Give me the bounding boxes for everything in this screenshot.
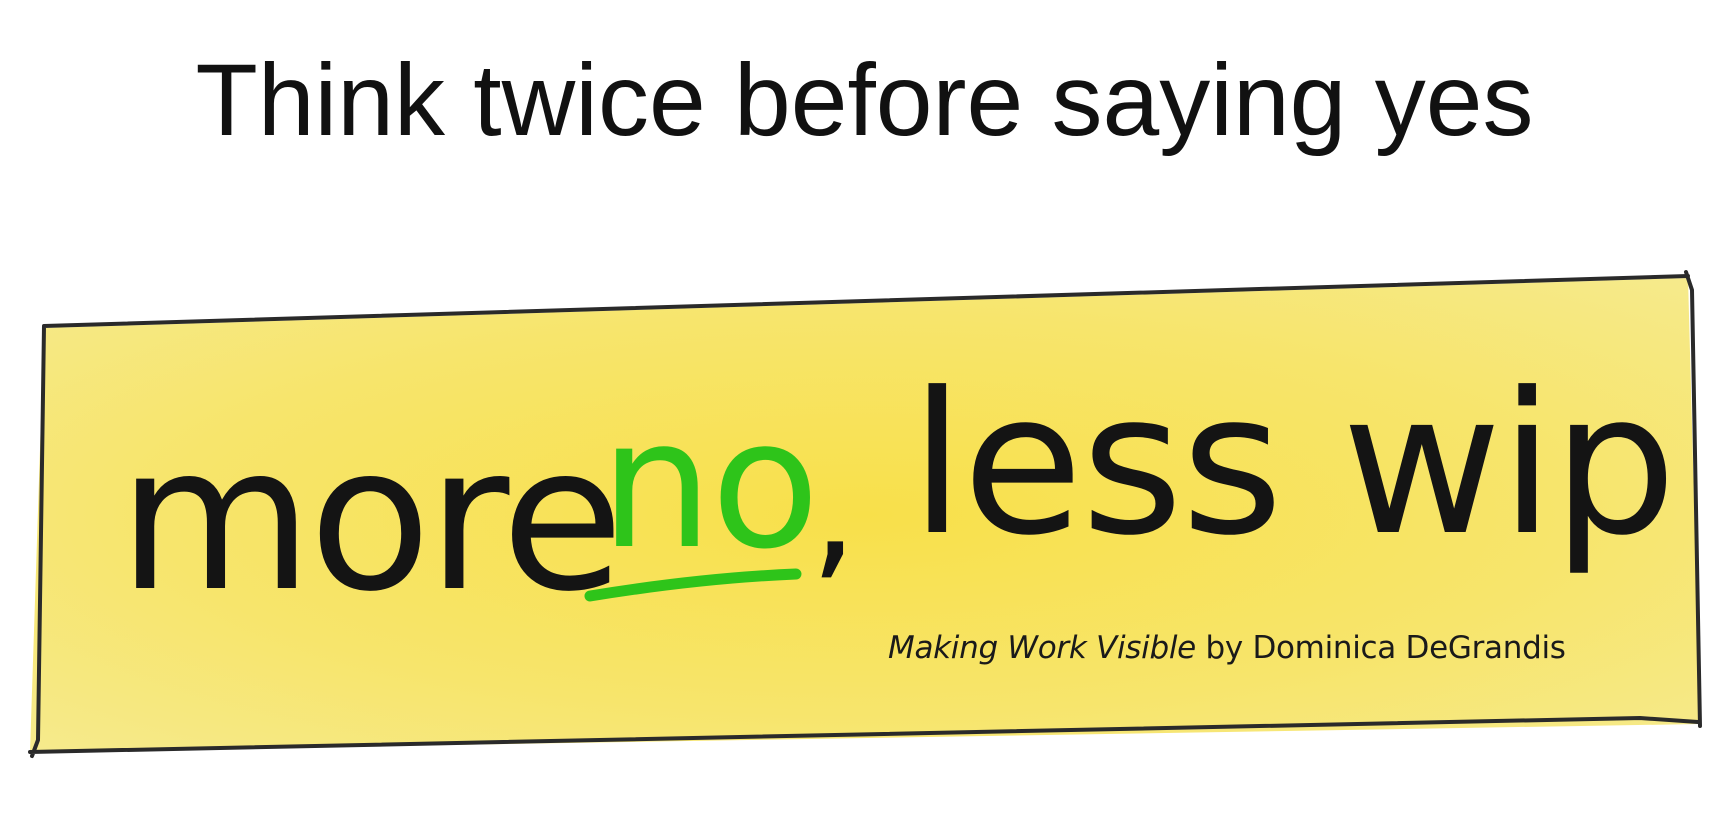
slogan-less-wip: less wip: [910, 351, 1675, 579]
book-author: by Dominica DeGrandis: [1195, 630, 1566, 666]
slogan-no: no: [600, 381, 818, 588]
slogan-comma: ,: [810, 422, 858, 596]
slogan-more: more: [118, 403, 620, 636]
book-title: Making Work Visible: [888, 630, 1196, 666]
banner-drawing: more no , less wip: [28, 270, 1702, 758]
sticky-note-banner: more no , less wip Making Work Visible b…: [0, 0, 1729, 834]
book-credit: Making Work Visible by Dominica DeGrandi…: [888, 630, 1566, 666]
